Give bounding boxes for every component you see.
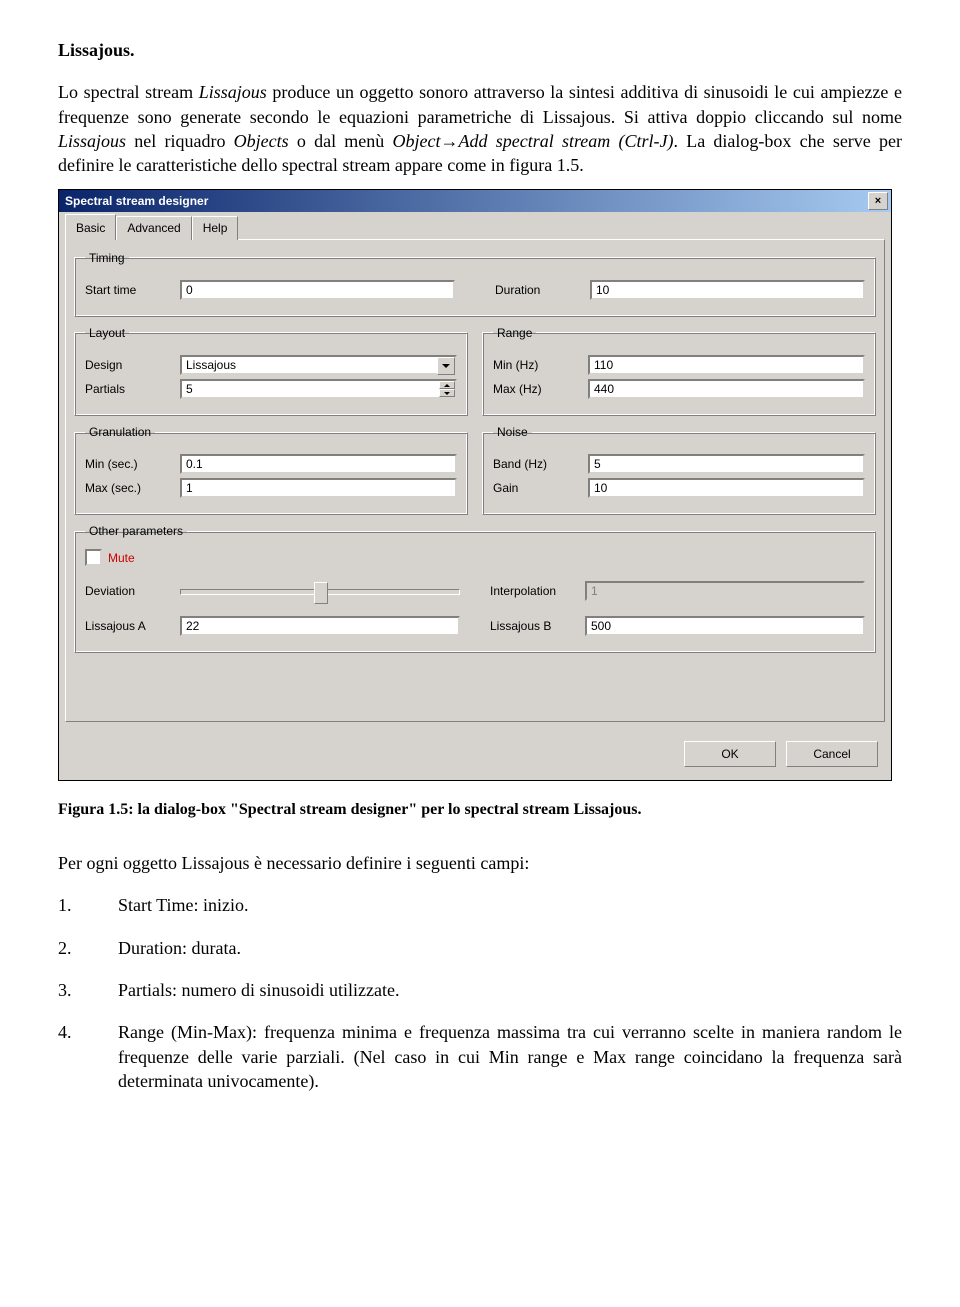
group-legend: Range — [493, 325, 536, 341]
slider-thumb[interactable] — [314, 582, 328, 604]
lissajous-a-input[interactable] — [180, 616, 460, 636]
text-italic: Object — [393, 131, 441, 151]
dropdown-button[interactable] — [437, 357, 455, 375]
list-text: Partials: numero di sinusoidi utilizzate… — [118, 978, 902, 1002]
group-legend: Granulation — [85, 424, 155, 440]
list-number: 4. — [58, 1020, 118, 1093]
list-text: Duration: durata. — [118, 936, 902, 960]
list-item: 3. Partials: numero di sinusoidi utilizz… — [58, 978, 902, 1002]
mute-checkbox[interactable]: Mute — [85, 549, 865, 566]
text: nel riquadro — [126, 131, 234, 151]
lead-paragraph: Per ogni oggetto Lissajous è necessario … — [58, 851, 902, 875]
text-italic: Lissajous — [199, 82, 267, 102]
start-time-input[interactable] — [180, 280, 455, 300]
tab-help[interactable]: Help — [192, 216, 239, 239]
arrow-icon: → — [441, 131, 459, 151]
min-sec-input[interactable] — [180, 454, 457, 474]
text-italic: Lissajous — [58, 131, 126, 151]
label-lissajous-a: Lissajous A — [85, 618, 180, 634]
dialog-titlebar[interactable]: Spectral stream designer × — [59, 190, 891, 212]
label-duration: Duration — [495, 282, 590, 298]
group-legend: Noise — [493, 424, 532, 440]
list-text: Range (Min-Max): frequenza minima e freq… — [118, 1020, 902, 1093]
group-granulation: Granulation Min (sec.) Max (sec.) — [74, 424, 468, 515]
label-max-sec: Max (sec.) — [85, 480, 180, 496]
label-min-hz: Min (Hz) — [493, 357, 588, 373]
intro-paragraph: Lo spectral stream Lissajous produce un … — [58, 80, 902, 177]
figure-caption: Figura 1.5: la dialog-box "Spectral stre… — [58, 799, 902, 821]
deviation-slider[interactable] — [180, 580, 460, 602]
tab-panel-basic: Timing Start time Duration Layout Design — [65, 239, 885, 723]
group-timing: Timing Start time Duration — [74, 250, 876, 317]
max-hz-input[interactable] — [588, 379, 865, 399]
label-lissajous-b: Lissajous B — [490, 618, 585, 634]
label-max-hz: Max (Hz) — [493, 381, 588, 397]
list-item: 1. Start Time: inizio. — [58, 893, 902, 917]
chevron-up-icon — [444, 384, 450, 387]
group-noise: Noise Band (Hz) Gain — [482, 424, 876, 515]
ok-button[interactable]: OK — [684, 741, 776, 767]
list-item: 4. Range (Min-Max): frequenza minima e f… — [58, 1020, 902, 1093]
list-number: 2. — [58, 936, 118, 960]
label-band-hz: Band (Hz) — [493, 456, 588, 472]
spin-up-button[interactable] — [439, 381, 455, 389]
label-mute: Mute — [108, 550, 135, 566]
chevron-down-icon — [444, 392, 450, 395]
max-sec-input[interactable] — [180, 478, 457, 498]
tab-advanced[interactable]: Advanced — [116, 216, 191, 239]
group-legend: Other parameters — [85, 523, 187, 539]
text: Lo spectral stream — [58, 82, 199, 102]
label-min-sec: Min (sec.) — [85, 456, 180, 472]
chevron-down-icon — [442, 364, 450, 368]
close-icon: × — [875, 194, 881, 209]
band-hz-input[interactable] — [588, 454, 865, 474]
design-input[interactable] — [180, 355, 457, 375]
spin-down-button[interactable] — [439, 389, 455, 397]
cancel-button[interactable]: Cancel — [786, 741, 878, 767]
label-partials: Partials — [85, 381, 180, 397]
min-hz-input[interactable] — [588, 355, 865, 375]
label-start-time: Start time — [85, 282, 180, 298]
label-design: Design — [85, 357, 180, 373]
list-number: 1. — [58, 893, 118, 917]
label-gain: Gain — [493, 480, 588, 496]
label-deviation: Deviation — [85, 583, 180, 599]
partials-spinner[interactable] — [180, 379, 457, 399]
close-button[interactable]: × — [868, 192, 888, 210]
group-layout: Layout Design Partials — [74, 325, 468, 416]
gain-input[interactable] — [588, 478, 865, 498]
label-interpolation: Interpolation — [490, 583, 585, 599]
tab-bar: Basic Advanced Help — [59, 212, 891, 239]
duration-input[interactable] — [590, 280, 865, 300]
spectral-stream-designer-dialog: Spectral stream designer × Basic Advance… — [58, 189, 892, 781]
lissajous-b-input[interactable] — [585, 616, 865, 636]
field-list: 1. Start Time: inizio. 2. Duration: dura… — [58, 893, 902, 1093]
group-legend: Layout — [85, 325, 129, 341]
tab-basic[interactable]: Basic — [65, 214, 116, 239]
group-range: Range Min (Hz) Max (Hz) — [482, 325, 876, 416]
text-italic: Add spectral stream (Ctrl-J) — [459, 131, 674, 151]
group-legend: Timing — [85, 250, 129, 266]
interpolation-input — [585, 581, 865, 601]
text: o dal menù — [289, 131, 393, 151]
list-text: Start Time: inizio. — [118, 893, 902, 917]
checkbox-box[interactable] — [85, 549, 102, 566]
text-italic: Objects — [234, 131, 289, 151]
section-heading: Lissajous. — [58, 38, 902, 62]
dialog-title: Spectral stream designer — [65, 193, 208, 209]
partials-input[interactable] — [180, 379, 457, 399]
list-item: 2. Duration: durata. — [58, 936, 902, 960]
group-other-parameters: Other parameters Mute Deviation Interpol… — [74, 523, 876, 653]
list-number: 3. — [58, 978, 118, 1002]
design-combobox[interactable] — [180, 355, 457, 375]
